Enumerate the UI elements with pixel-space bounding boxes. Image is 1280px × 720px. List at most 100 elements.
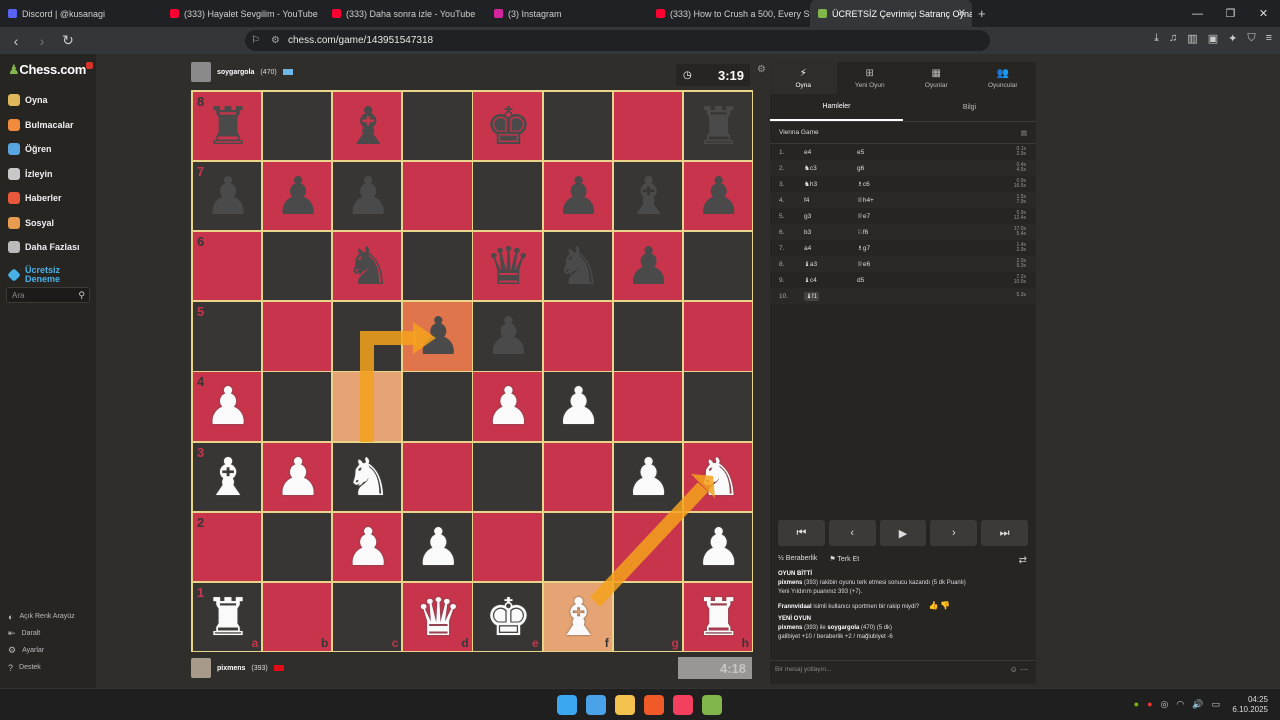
board-square[interactable] (682, 301, 753, 372)
black-knight-piece[interactable]: ♞ (544, 232, 614, 302)
book-icon[interactable]: ▤ (1021, 129, 1027, 137)
board-square[interactable]: ♞ (332, 441, 403, 513)
black-pawn-piece[interactable]: ♟ (614, 232, 684, 302)
white-pawn-piece[interactable]: ♟ (403, 513, 473, 583)
search-icon[interactable]: ⚲ (78, 290, 85, 301)
white-move[interactable]: ♝a3 (804, 261, 817, 268)
black-queen-piece[interactable]: ♛ (473, 232, 543, 302)
board-square[interactable]: 6 (192, 231, 263, 302)
settings-gear-icon[interactable]: ⚙ (757, 64, 766, 75)
white-move[interactable]: ♝c4 (804, 277, 817, 284)
white-pawn-piece[interactable]: ♟ (333, 513, 403, 583)
wallet-icon[interactable]: ▣ (1208, 32, 1218, 45)
board-square[interactable]: ♟ (682, 511, 754, 583)
sidebar-item-3[interactable]: İzleyin (0, 162, 96, 187)
white-bishop-piece[interactable]: ♝ (193, 443, 263, 513)
board-square[interactable]: ♟ (612, 231, 684, 302)
board-square[interactable]: g (612, 581, 683, 652)
avatar[interactable] (191, 62, 211, 82)
white-move[interactable]: e4 (804, 149, 811, 156)
restore-icon[interactable]: ❐ (1214, 7, 1247, 20)
board-square[interactable] (262, 371, 333, 442)
board-square[interactable]: d ♛ (402, 581, 473, 653)
log-user[interactable]: Frannvidaal (778, 604, 812, 610)
board-square[interactable] (542, 301, 613, 372)
black-pawn-piece[interactable]: ♟ (473, 302, 543, 372)
sidebar-bottom-item[interactable]: ◐ Açık Renk Arayüz (0, 608, 96, 625)
white-knight-piece[interactable]: ♞ (333, 443, 403, 513)
thumbs-down-icon[interactable]: 👎 (940, 601, 950, 610)
board-square[interactable]: ♞ (542, 231, 614, 302)
reload-icon[interactable]: ↻ (58, 32, 78, 49)
white-pawn-piece[interactable]: ♟ (544, 372, 614, 442)
sidebar-bottom-item[interactable]: ? Destek (0, 659, 96, 676)
photos-icon[interactable] (586, 695, 606, 715)
emoji-icon[interactable]: ☺ ⋯ (1010, 665, 1028, 674)
board-square[interactable]: f ♝ (542, 581, 613, 652)
log-user[interactable]: soygargola (827, 625, 859, 631)
board-square[interactable]: e ♚ (472, 581, 543, 653)
board-square[interactable]: 4 ♟ (192, 371, 263, 442)
board-square[interactable] (332, 371, 403, 442)
board-square[interactable] (682, 371, 753, 442)
sidebar-bottom-item[interactable]: ⇤ Daralt (0, 625, 96, 642)
black-move[interactable]: d5 (857, 277, 917, 284)
white-move[interactable]: ♝f1 (804, 292, 820, 301)
board-square[interactable]: ♜ (682, 91, 754, 162)
board-square[interactable]: ♟ (402, 301, 473, 372)
board-square[interactable]: ♟ (332, 511, 403, 583)
black-pawn-piece[interactable]: ♟ (684, 162, 754, 232)
board-square[interactable]: 7 ♟ (192, 161, 263, 232)
black-pawn-piece[interactable]: ♟ (403, 302, 473, 372)
white-move[interactable]: b3 (804, 229, 811, 236)
white-king-piece[interactable]: ♚ (473, 583, 543, 653)
browser-tab[interactable]: (3) Instagram (486, 0, 648, 27)
board-square[interactable]: ♟ (472, 301, 543, 372)
tab-moves[interactable]: Hamleler (770, 94, 903, 121)
chess-board[interactable]: 8 ♜ ♝ ♚ ♜ 7 ♟ ♟ ♟ ♟ ♝ ♟ 6 ♞ ♛ ♞ ♟ 5 ♟ ♟ 4 ♟ ♟ ♟ 3 ♝ ♟ ♞ ♟ ♞ 2 ♟ ♟ ♟ 1 a ♜ b c d… (191, 90, 753, 652)
board-square[interactable]: ♞ (332, 231, 403, 302)
board-square[interactable] (542, 91, 613, 162)
music-app-icon[interactable] (673, 695, 693, 715)
white-move[interactable]: ♞c3 (804, 165, 817, 172)
browser-tab[interactable]: (333) How to Crush a 500, Every Step (648, 0, 810, 27)
sidebar-item-6[interactable]: Daha Fazlası (0, 235, 96, 260)
board-square[interactable] (402, 91, 473, 162)
white-knight-piece[interactable]: ♞ (684, 443, 754, 513)
music-icon[interactable]: ♫ (1169, 32, 1177, 45)
shield-icon[interactable]: ⛉ (1247, 32, 1255, 45)
white-queen-piece[interactable]: ♛ (403, 583, 473, 653)
bookmark-icon[interactable]: ⚐ (251, 35, 265, 46)
board-square[interactable] (402, 161, 473, 232)
black-pawn-piece[interactable]: ♟ (193, 162, 263, 232)
black-rook-piece[interactable]: ♜ (684, 92, 754, 162)
black-move[interactable]: ♘f6 (857, 228, 917, 236)
sidebar-toggle-icon[interactable]: ▥ (1187, 32, 1197, 45)
black-pawn-piece[interactable]: ♟ (263, 162, 333, 232)
black-pawn-piece[interactable]: ♟ (544, 162, 614, 232)
panel-tab-0[interactable]: ⚡ Oyna (770, 62, 837, 94)
minimize-icon[interactable]: — (1181, 8, 1214, 20)
white-pawn-piece[interactable]: ♟ (473, 372, 543, 442)
board-square[interactable]: ♝ (612, 161, 683, 232)
white-pawn-piece[interactable]: ♟ (684, 513, 754, 583)
board-square[interactable] (402, 231, 473, 302)
black-move[interactable]: ♕e7 (857, 212, 917, 220)
first-move-button[interactable]: ⏮ (778, 520, 825, 546)
board-square[interactable] (472, 161, 543, 232)
white-pawn-piece[interactable]: ♟ (193, 372, 263, 442)
forward-icon[interactable]: › (32, 33, 52, 49)
sidebar-item-2[interactable]: Öğren (0, 137, 96, 162)
white-pawn-piece[interactable]: ♟ (614, 443, 684, 513)
board-square[interactable] (402, 441, 473, 512)
black-knight-piece[interactable]: ♞ (333, 232, 403, 302)
file-explorer-icon[interactable] (615, 695, 635, 715)
sidebar-item-0[interactable]: Oyna (0, 88, 96, 113)
chess-logo[interactable]: ♟Chess.com (8, 62, 86, 78)
board-square[interactable]: ♞ (682, 441, 754, 513)
browser-tab[interactable]: (333) Daha sonra izle - YouTube (324, 0, 486, 27)
board-square[interactable]: 8 ♜ (192, 91, 263, 162)
board-square[interactable]: ♛ (472, 231, 543, 302)
white-pawn-piece[interactable]: ♟ (263, 443, 333, 513)
board-square[interactable] (262, 91, 333, 162)
